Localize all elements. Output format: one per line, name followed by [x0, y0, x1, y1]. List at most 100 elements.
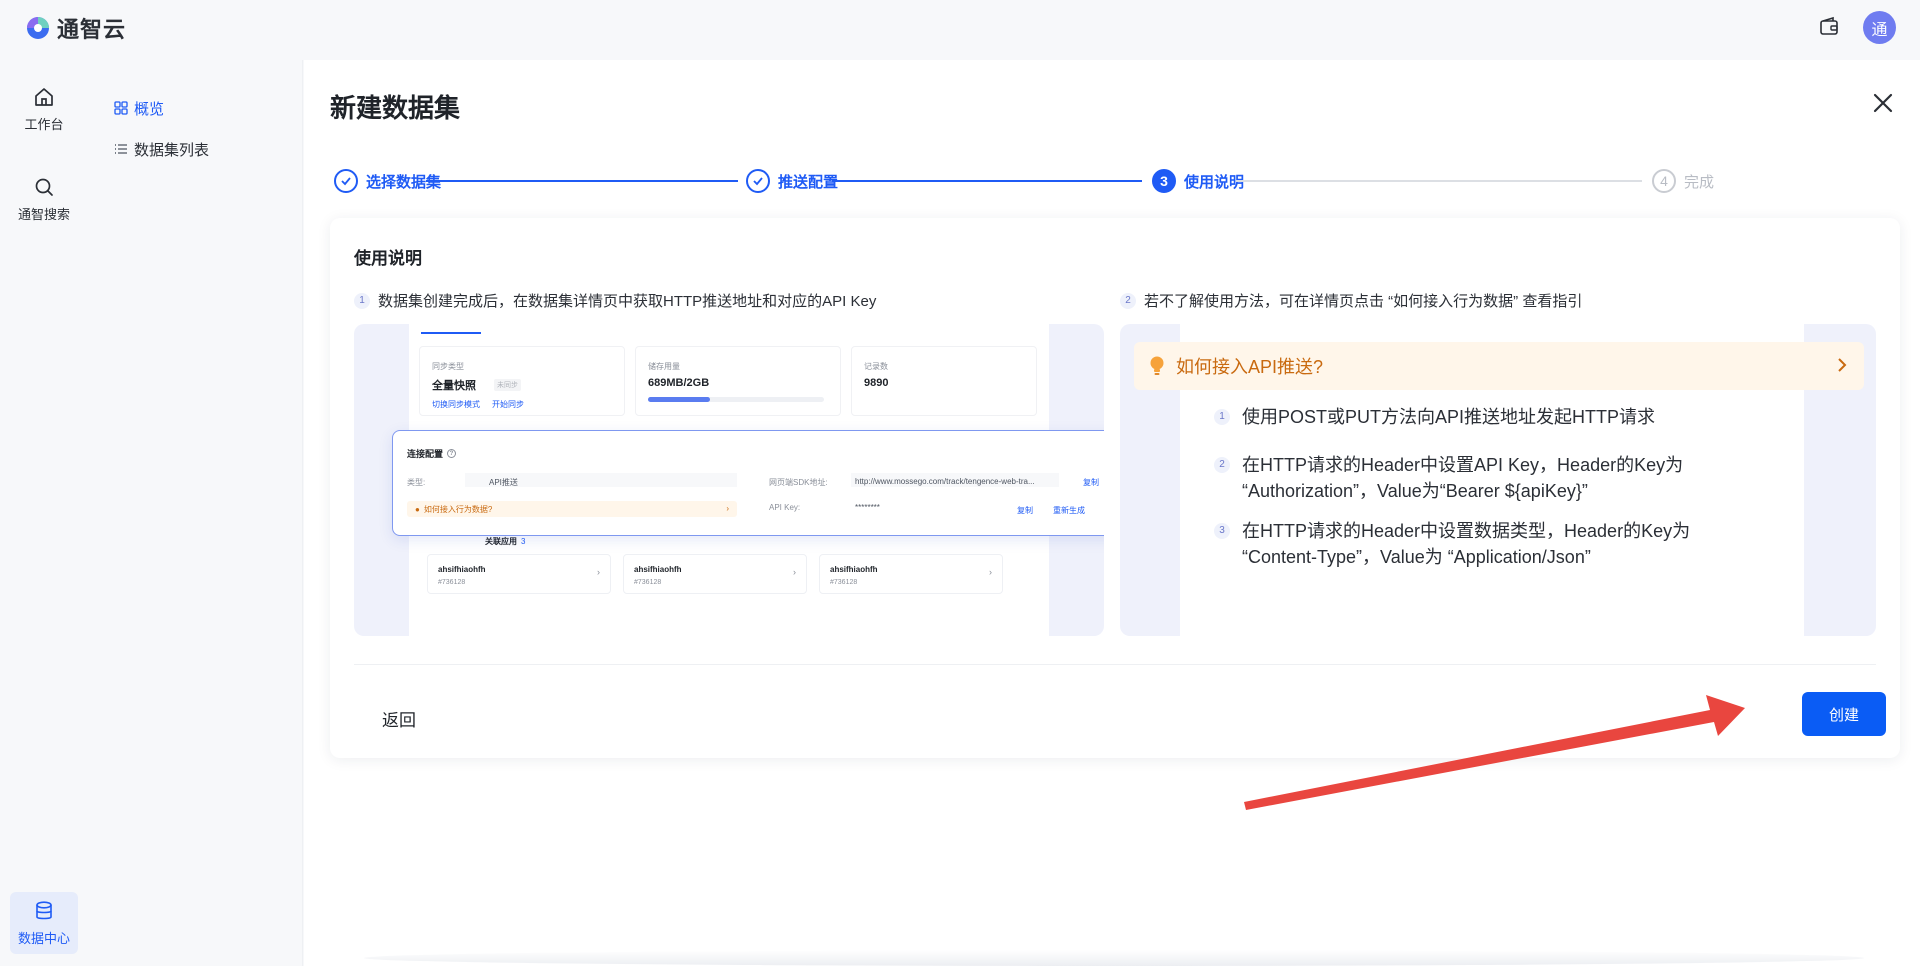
type-label: 类型:	[407, 478, 426, 487]
step-usage: 3 使用说明	[1152, 168, 1244, 194]
related-app-card: ahsifhiaohfh #736128 ›	[427, 554, 611, 594]
storage-progress-fill	[648, 397, 710, 402]
rule-number: 3	[1214, 523, 1230, 539]
related-app-card: ahsifhiaohfh #736128 ›	[623, 554, 807, 594]
storage-progress	[648, 397, 824, 402]
rule-3: 3 在HTTP请求的Header中设置数据类型，Header的Key为 “Con…	[1214, 518, 1690, 570]
rule-text: 在HTTP请求的Header中设置数据类型，Header的Key为 “Conte…	[1242, 518, 1690, 570]
related-apps-count: 3	[521, 537, 526, 546]
app-id: #736128	[634, 579, 662, 586]
list-icon	[115, 144, 127, 154]
how-to-api-push-banner: 如何接入API推送?	[1134, 342, 1864, 390]
stat-value: 9890	[864, 377, 889, 389]
rule-text: 使用POST或PUT方法向API推送地址发起HTTP请求	[1242, 404, 1655, 430]
subnav-item-label: 数据集列表	[134, 141, 210, 159]
tip-text: 若不了解使用方法，可在详情页点击 “如何接入行为数据” 查看指引	[1144, 293, 1583, 310]
conn-title: 连接配置 ?	[407, 447, 457, 460]
type-value: API推送	[489, 478, 518, 487]
apikey-label: API Key:	[769, 503, 801, 512]
chevron-right-icon: ›	[793, 567, 796, 577]
step-label: 使用说明	[1184, 173, 1245, 191]
switch-sync-link: 切换同步模式	[432, 400, 480, 409]
conn-title-text: 连接配置	[407, 449, 444, 459]
close-icon[interactable]	[1870, 90, 1896, 116]
copy-apikey-link: 复制	[1017, 506, 1033, 515]
rule-number: 2	[1214, 457, 1230, 473]
step-number: 3	[1152, 169, 1176, 193]
related-app-card: ahsifhiaohfh #736128 ›	[819, 554, 1003, 594]
database-icon	[36, 900, 52, 919]
step-number: 4	[1652, 169, 1676, 193]
regen-apikey-link: 重新生成	[1053, 506, 1085, 515]
divider	[354, 664, 1876, 665]
app-name: ahsifhiaohfh	[830, 565, 878, 574]
stat-links: 切换同步模式 开始同步	[432, 399, 524, 410]
subnav-item-label: 概览	[134, 100, 165, 118]
stat-value: 全量快照	[432, 380, 476, 392]
stat-records: 记录数 9890	[851, 346, 1037, 416]
hint-text: 如何接入行为数据?	[423, 504, 493, 514]
logo-icon	[27, 17, 49, 39]
usage-card: 使用说明 1 数据集创建完成后，在数据集详情页中获取HTTP推送地址和对应的AP…	[330, 218, 1900, 758]
apikey-value: ********	[855, 503, 880, 512]
stat-label: 同步类型	[432, 362, 464, 371]
app-name: ahsifhiaohfh	[438, 565, 486, 574]
sdk-label: 网页端SDK地址:	[769, 478, 828, 487]
step-label: 推送配置	[778, 173, 839, 191]
help-icon: ?	[447, 449, 457, 458]
wallet-icon[interactable]	[1818, 16, 1840, 38]
page-title: 新建数据集	[330, 93, 461, 123]
home-icon	[35, 87, 53, 106]
stat-storage: 储存用量 689MB/2GB	[635, 346, 841, 416]
rule-number: 1	[1214, 409, 1230, 425]
rule-2: 2 在HTTP请求的Header中设置API Key，Header的Key为 “…	[1214, 452, 1683, 504]
app-id: #736128	[830, 579, 858, 586]
search-icon	[35, 178, 53, 196]
rail-item-label: 通智搜索	[17, 206, 70, 222]
stat-sync: 同步类型 全量快照 未同步 切换同步模式 开始同步	[419, 346, 625, 416]
rail-item-workbench[interactable]: 工作台	[10, 78, 78, 140]
top-bar: 通智云 通	[0, 0, 1920, 60]
step-push-config: 推送配置	[746, 168, 838, 194]
rule-line: 在HTTP请求的Header中设置数据类型，Header的Key为	[1242, 521, 1691, 541]
how-to-integrate-hint: ● 如何接入行为数据? ›	[407, 501, 737, 517]
step-connector	[1236, 180, 1642, 182]
main-content: 新建数据集 选择数据集 推送配置 3 使用说明 4 完成 使用说明 1 数据集创…	[304, 60, 1920, 966]
copy-sdk-link: 复制	[1083, 478, 1099, 487]
step-connector	[426, 180, 738, 182]
left-rail: 工作台 通智搜索 数据中心	[0, 60, 88, 966]
rail-item-label: 数据中心	[17, 930, 70, 946]
stat-value: 689MB/2GB	[648, 377, 710, 389]
step-select-dataset: 选择数据集	[334, 168, 441, 194]
rule-text: 在HTTP请求的Header中设置API Key，Header的Key为 “Au…	[1242, 452, 1683, 504]
tip-1: 1 数据集创建完成后，在数据集详情页中获取HTTP推送地址和对应的API Key	[354, 290, 876, 311]
tip-number: 2	[1120, 292, 1136, 309]
app-id: #736128	[438, 579, 466, 586]
card-title: 使用说明	[354, 249, 422, 268]
rail-item-label: 工作台	[24, 116, 64, 132]
rail-item-data-center[interactable]: 数据中心	[10, 892, 78, 954]
subnav-item-overview[interactable]: 概览	[114, 96, 164, 120]
chevron-right-icon: ›	[989, 567, 992, 577]
tip-text: 数据集创建完成后，在数据集详情页中获取HTTP推送地址和对应的API Key	[378, 293, 877, 310]
secondary-nav: 概览 数据集列表	[88, 60, 303, 966]
avatar[interactable]: 通	[1863, 11, 1896, 44]
rule-line: “Content-Type”，Value为 “Application/Json”	[1242, 547, 1591, 567]
rule-1: 1 使用POST或PUT方法向API推送地址发起HTTP请求	[1214, 404, 1655, 430]
app-logo[interactable]: 通智云	[25, 12, 126, 44]
banner-text: 如何接入API推送?	[1176, 357, 1324, 377]
status-badge: 未同步	[494, 379, 521, 391]
rule-line: 在HTTP请求的Header中设置API Key，Header的Key为	[1242, 455, 1684, 475]
bottom-shadow	[364, 950, 1864, 966]
bulb-icon: ●	[415, 504, 420, 514]
back-button[interactable]: 返回	[382, 706, 416, 731]
sdk-value: http://www.mossego.com/track/tengence-we…	[855, 477, 1035, 486]
rail-item-search[interactable]: 通智搜索	[10, 168, 78, 230]
create-button[interactable]: 创建	[1802, 692, 1886, 736]
detail-page-preview: 同步类型 全量快照 未同步 切换同步模式 开始同步 储存用量 689MB/2GB	[354, 324, 1104, 636]
subnav-item-dataset-list[interactable]: 数据集列表	[114, 137, 209, 161]
rule-line: 使用POST或PUT方法向API推送地址发起HTTP请求	[1242, 407, 1656, 427]
stat-label: 记录数	[864, 362, 888, 371]
step-label: 完成	[1684, 173, 1715, 191]
chevron-right-icon: ›	[726, 504, 729, 513]
